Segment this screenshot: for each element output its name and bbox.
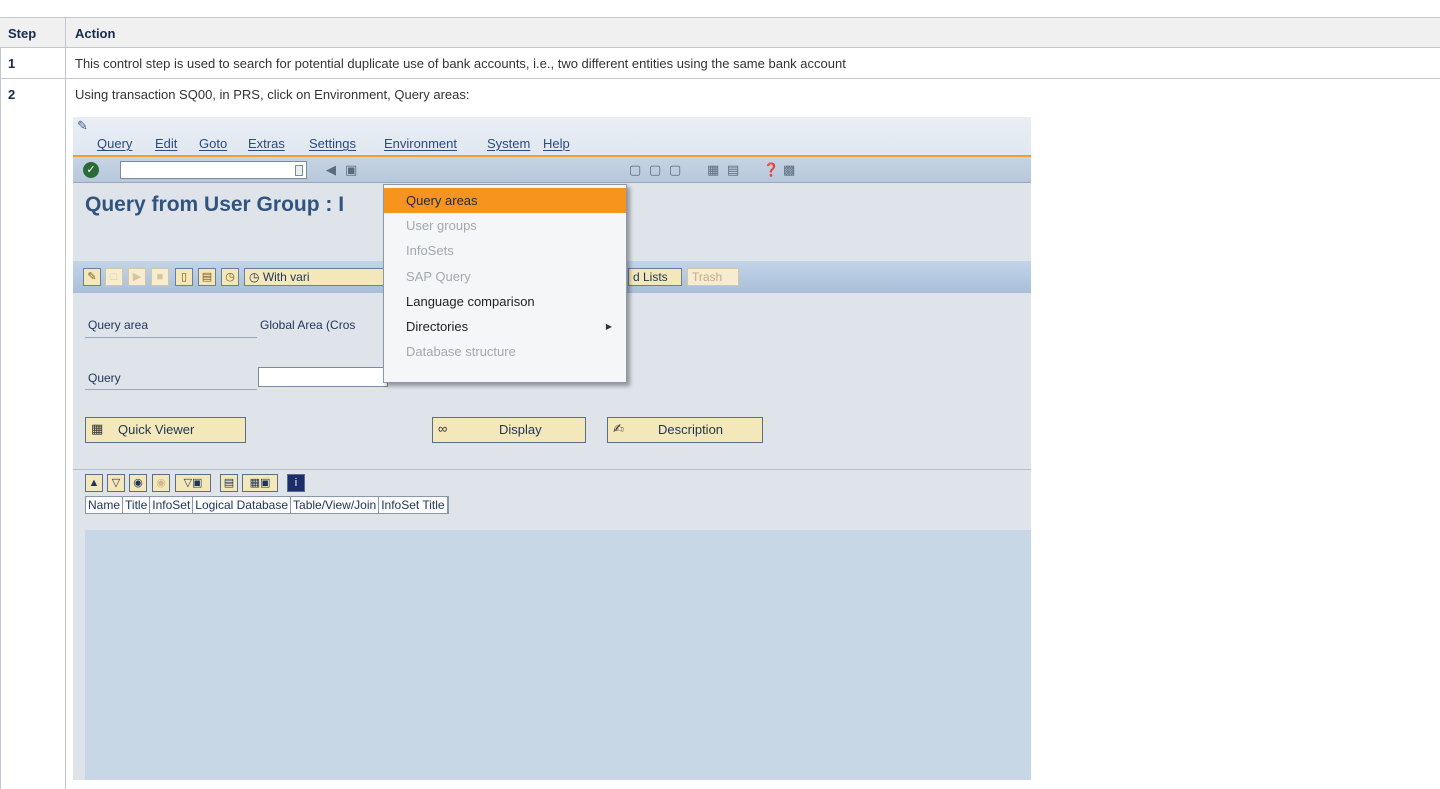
print-icon[interactable]: ▤ xyxy=(220,474,238,492)
check-icon[interactable]: ✓ xyxy=(83,162,99,178)
quick-viewer-button[interactable]: ▦ Quick Viewer xyxy=(85,417,246,443)
directories-label: Directories xyxy=(406,319,469,334)
display-label: Display xyxy=(499,422,542,437)
layout-icon[interactable]: ▩ xyxy=(783,162,795,178)
find-icon[interactable]: ◉ xyxy=(129,474,147,492)
menu-goto[interactable]: Goto xyxy=(199,136,227,151)
query-label: Query xyxy=(88,371,121,385)
create-icon[interactable]: ▯ xyxy=(175,268,193,286)
menu-system[interactable]: System xyxy=(487,136,530,151)
new-session-icon[interactable]: ▦ xyxy=(707,162,719,178)
layout-menu-icon[interactable]: ▦▣ xyxy=(242,474,278,492)
filter-icon[interactable]: ▽ xyxy=(107,474,125,492)
help-icon[interactable]: ❓ xyxy=(763,162,779,178)
column-name[interactable]: Name xyxy=(86,497,124,513)
save-icon[interactable]: ▣ xyxy=(345,162,357,178)
back-icon[interactable]: ◀ xyxy=(326,162,336,178)
sap-menu-icon[interactable]: ✎ xyxy=(77,119,89,140)
description-label: Description xyxy=(658,422,724,437)
menu-item-database-structure[interactable]: Database structure xyxy=(384,339,626,364)
table-header-row: Step Action xyxy=(0,17,1440,48)
filter-menu-icon[interactable]: ▽▣ xyxy=(175,474,211,492)
step-action: Using transaction SQ00, in PRS, click on… xyxy=(75,87,470,102)
step-number: 1 xyxy=(8,56,16,71)
menu-environment[interactable]: Environment xyxy=(384,136,457,151)
page-title: Query from User Group : I xyxy=(85,193,345,216)
column-infoset[interactable]: InfoSet xyxy=(150,497,194,513)
menu-help[interactable]: Help xyxy=(543,136,570,151)
execute-icon[interactable]: ▶ xyxy=(128,268,146,286)
menu-item-language-comparison[interactable]: Language comparison xyxy=(384,289,626,314)
delete-icon[interactable]: ■ xyxy=(151,268,169,286)
saved-lists-button[interactable]: d Lists xyxy=(628,268,682,286)
query-area-label: Query area xyxy=(88,318,149,332)
with-variant-button[interactable]: ◷ With vari xyxy=(244,268,384,286)
page-nav-icon[interactable]: ▢ xyxy=(669,162,681,178)
with-variant-label: With vari xyxy=(262,270,310,284)
column-table-view-join[interactable]: Table/View/Join xyxy=(291,497,380,513)
menu-item-directories[interactable]: Directories ▶ xyxy=(384,314,626,339)
info-icon[interactable]: i xyxy=(287,474,305,492)
header-action: Action xyxy=(75,26,116,41)
menu-item-infosets[interactable]: InfoSets xyxy=(384,238,626,263)
menu-item-query-areas[interactable]: Query areas xyxy=(384,188,626,213)
menu-extras[interactable]: Extras xyxy=(248,136,285,151)
header-step: Step xyxy=(8,26,37,41)
page-nav-icon[interactable]: ▢ xyxy=(629,162,641,178)
procedure-table: Step Action 1 This control step is used … xyxy=(0,0,1440,789)
quick-viewer-label: Quick Viewer xyxy=(118,422,195,437)
copy-icon[interactable]: □ xyxy=(105,268,123,286)
environment-dropdown: Query areas User groups InfoSets SAP Que… xyxy=(383,184,627,383)
column-logical-database[interactable]: Logical Database xyxy=(193,497,292,513)
menu-settings[interactable]: Settings xyxy=(309,136,356,151)
command-history-icon[interactable] xyxy=(295,165,303,176)
step-action: This control step is used to search for … xyxy=(75,56,846,71)
step-number: 2 xyxy=(8,87,16,102)
quick-viewer-icon: ▦ xyxy=(91,421,104,436)
table-row: 1 This control step is used to search fo… xyxy=(0,48,1440,79)
find-next-icon[interactable]: ◉ xyxy=(152,474,170,492)
menu-item-sap-query[interactable]: SAP Query xyxy=(384,264,626,289)
display-icon[interactable]: ▤ xyxy=(198,268,216,286)
query-area-value: Global Area (Cros xyxy=(260,318,356,332)
display-button[interactable]: ∞ Display xyxy=(432,417,586,443)
menu-edit[interactable]: Edit xyxy=(155,136,177,151)
query-input[interactable] xyxy=(258,367,388,387)
document-edit-icon: ✍ xyxy=(613,421,624,436)
shortcut-icon[interactable]: ▤ xyxy=(727,162,739,178)
label-underline xyxy=(85,389,257,390)
page-nav-icon[interactable]: ▢ xyxy=(649,162,661,178)
command-field[interactable] xyxy=(120,161,307,179)
column-title[interactable]: Title xyxy=(123,497,151,513)
chevron-right-icon: ▶ xyxy=(605,322,612,331)
execute-background-icon[interactable]: ◷ xyxy=(221,268,239,286)
menu-item-user-groups[interactable]: User groups xyxy=(384,213,626,238)
sap-screenshot: ✎ Query Edit Goto Extras Settings Enviro… xyxy=(73,117,1031,780)
alv-column-header: Name Title InfoSet Logical Database Tabl… xyxy=(85,496,449,514)
menu-query[interactable]: Query xyxy=(97,136,132,151)
alv-toolbar xyxy=(73,469,1031,497)
trash-button[interactable]: Trash xyxy=(687,268,739,286)
alv-grid-body xyxy=(85,530,1031,780)
column-divider xyxy=(65,17,66,789)
description-button[interactable]: ✍ Description xyxy=(607,417,763,443)
details-icon[interactable]: ▲ xyxy=(85,474,103,492)
column-infoset-title[interactable]: InfoSet Title xyxy=(379,497,448,513)
label-underline xyxy=(85,337,257,338)
change-icon[interactable]: ✎ xyxy=(83,268,101,286)
glasses-icon: ∞ xyxy=(438,421,448,436)
